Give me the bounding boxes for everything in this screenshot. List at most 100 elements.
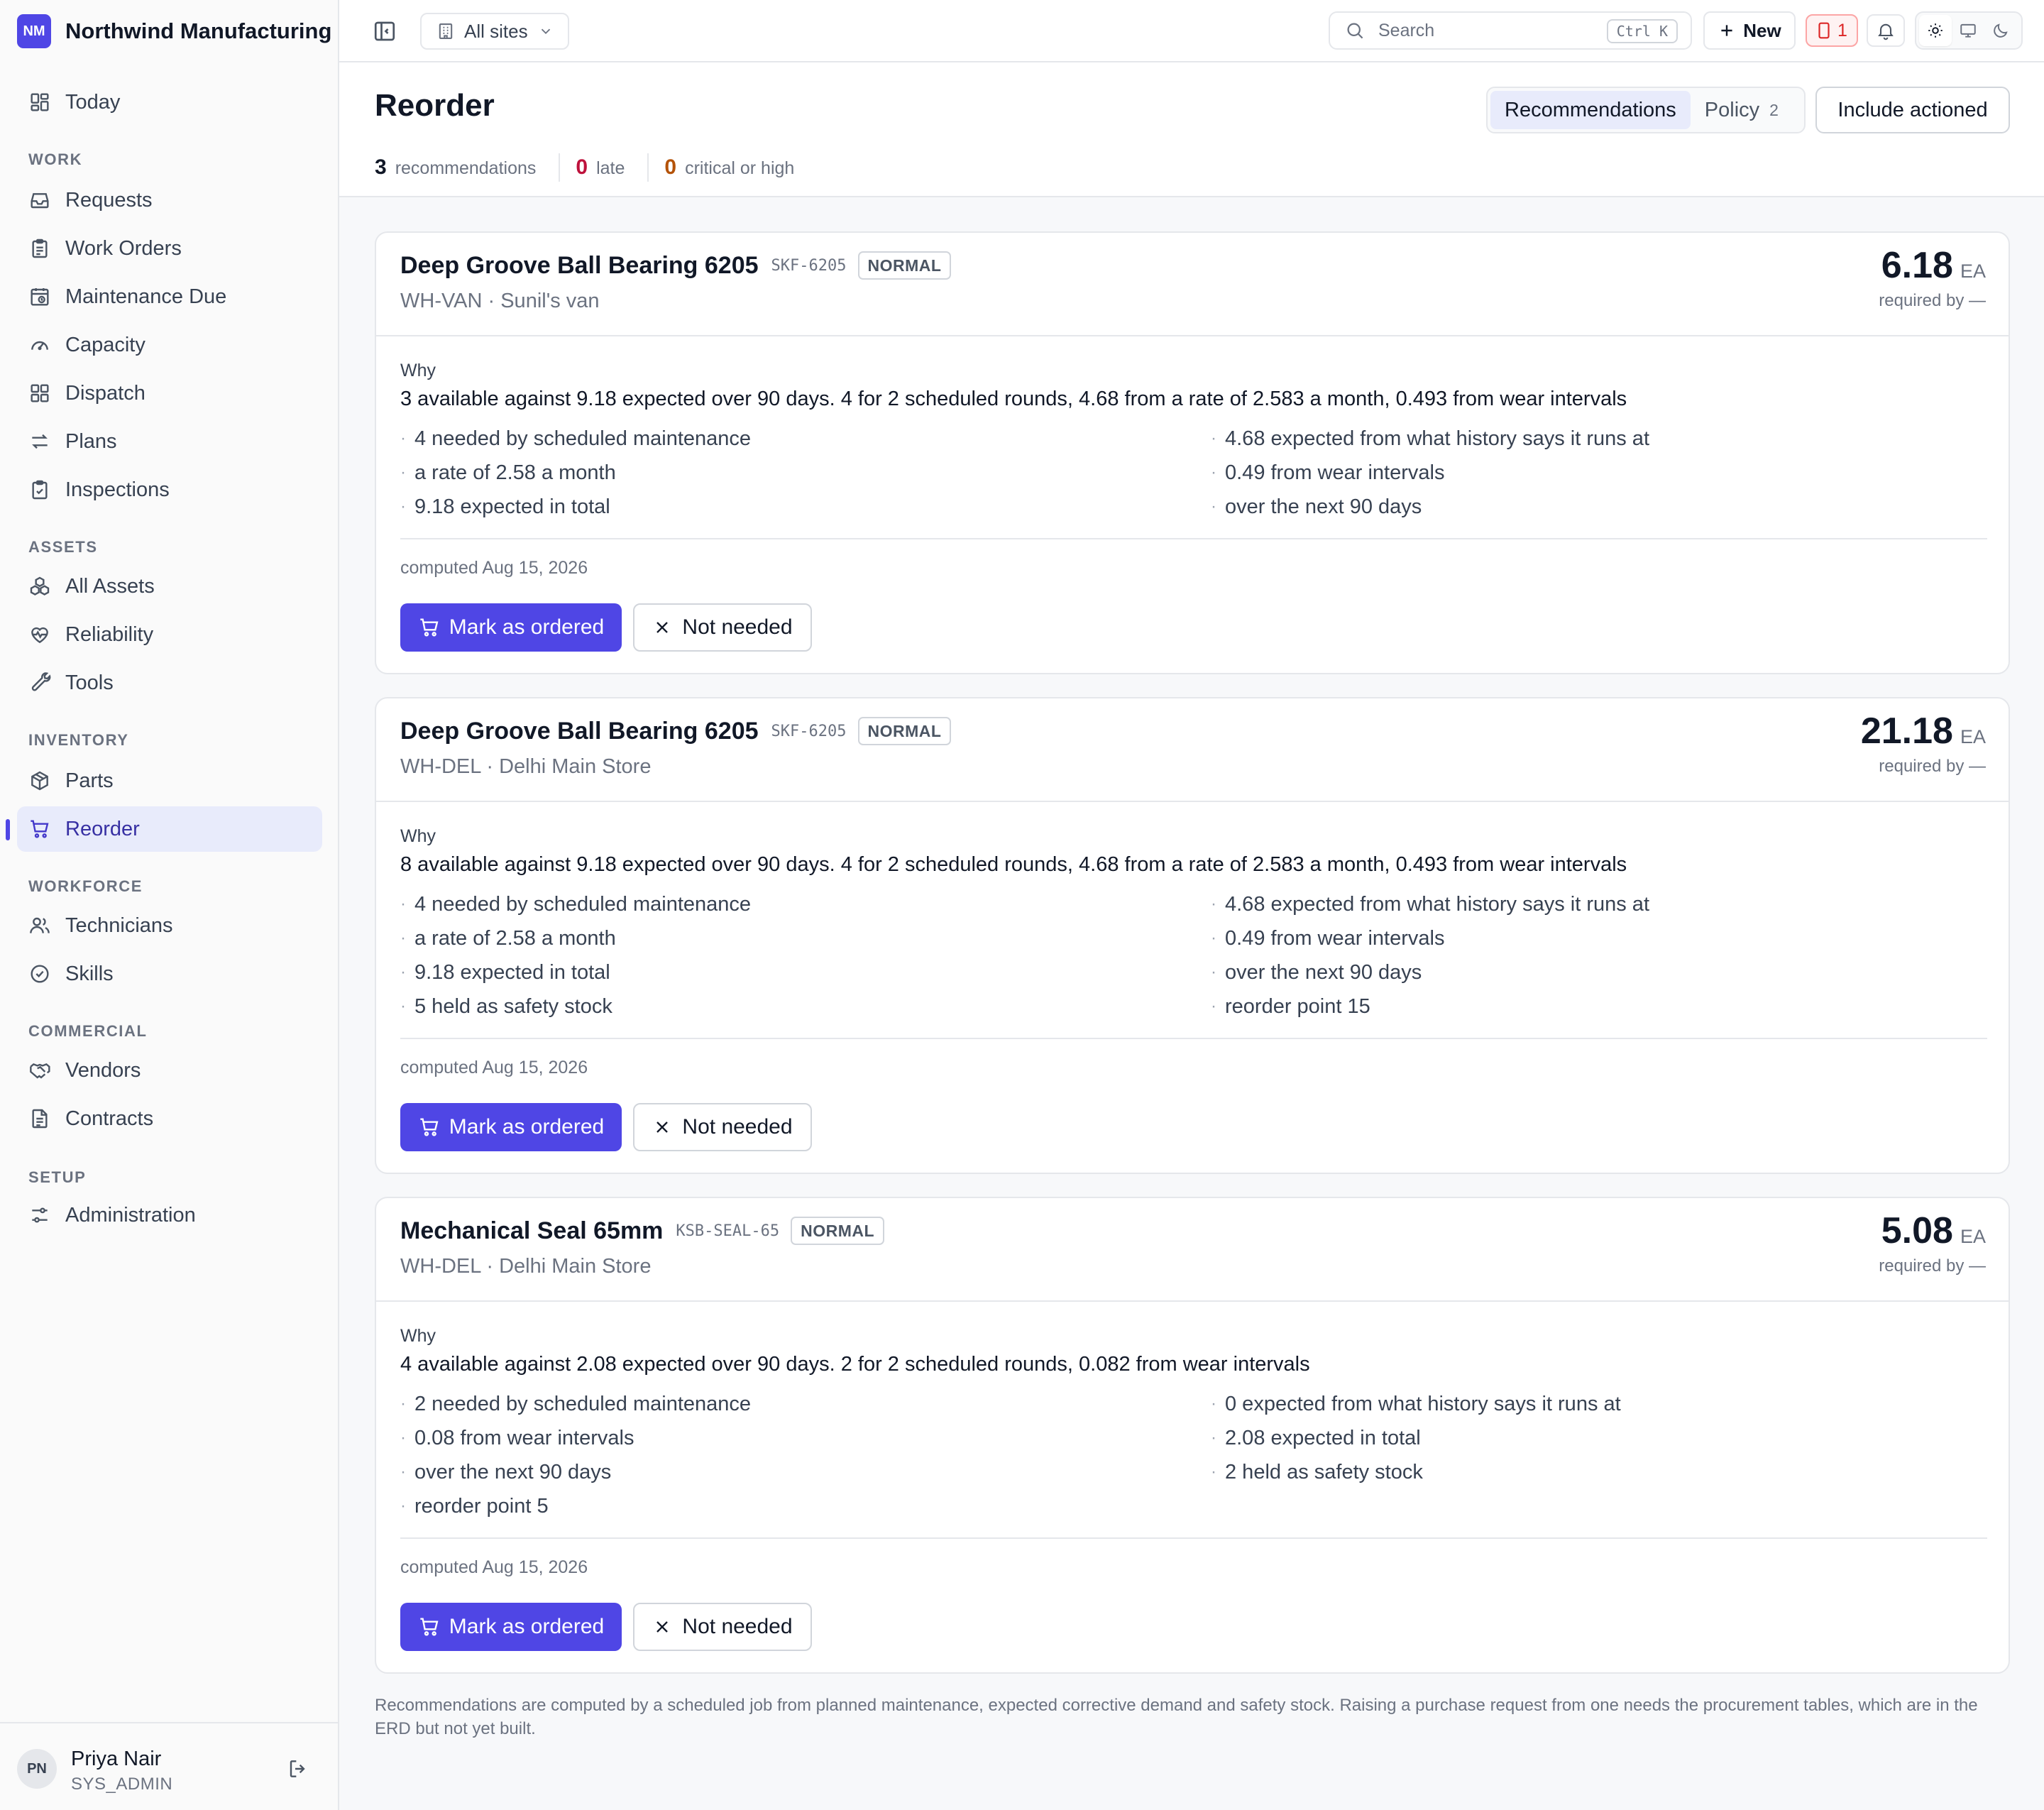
reason-list: · 2 needed by scheduled maintenance · 0 ex…	[400, 1387, 1990, 1523]
part-name[interactable]: Deep Groove Ball Bearing 6205	[400, 252, 759, 280]
not-needed-button[interactable]: Not needed	[633, 1603, 812, 1651]
sidebar-item-work-orders[interactable]: Work Orders	[17, 226, 322, 271]
reason-text: 2 needed by scheduled maintenance	[414, 1392, 752, 1415]
list-item: · 0.08 from wear intervals	[400, 1421, 1211, 1455]
close-icon	[652, 618, 672, 637]
active-nav-marker	[6, 819, 10, 840]
list-item: · 0.49 from wear intervals	[1211, 456, 1990, 490]
part-line: Deep Groove Ball Bearing 6205 SKF-6205 N…	[400, 717, 952, 745]
recommendation-card: Deep Groove Ball Bearing 6205 SKF-6205 N…	[375, 697, 2010, 1174]
new-button[interactable]: New	[1703, 11, 1796, 50]
sidebar-item-label: Reliability	[65, 622, 154, 646]
sidebar-item-contracts[interactable]: Contracts	[17, 1096, 322, 1141]
stat-value: 0	[664, 155, 677, 179]
list-item: · 4.68 expected from what history says it…	[1211, 887, 1990, 921]
sidebar-item-label: Vendors	[65, 1058, 141, 1082]
bullet-dot: ·	[400, 894, 406, 914]
tab-recommendations[interactable]: Recommendations	[1490, 91, 1691, 129]
nav-section-work: WORK	[28, 150, 83, 168]
phone-alert-icon	[1816, 21, 1832, 40]
sidebar-item-inspections[interactable]: Inspections	[17, 467, 322, 512]
sidebar-item-all-assets[interactable]: All Assets	[17, 564, 322, 609]
sidebar-item-requests[interactable]: Requests	[17, 177, 322, 223]
sidebar-item-label: Requests	[65, 188, 153, 212]
bullet-dot: ·	[1211, 997, 1216, 1016]
reason-list: · 4 needed by scheduled maintenance · 4.68…	[400, 887, 1990, 1024]
list-item: · 4.68 expected from what history says it…	[1211, 422, 1990, 456]
shopping-cart-icon	[28, 818, 51, 840]
sidebar-item-maintenance-due[interactable]: Maintenance Due	[17, 274, 322, 319]
divider	[400, 1537, 1987, 1539]
sidebar-item-parts[interactable]: Parts	[17, 758, 322, 803]
monitor-icon	[1959, 21, 1977, 40]
close-icon	[652, 1117, 672, 1137]
moon-icon	[1991, 21, 2010, 40]
not-needed-button[interactable]: Not needed	[633, 1103, 812, 1151]
mark-ordered-button[interactable]: Mark as ordered	[400, 1603, 622, 1651]
sidebar-item-dispatch[interactable]: Dispatch	[17, 371, 322, 416]
recommendation-card: Mechanical Seal 65mm KSB-SEAL-65 NORMAL …	[375, 1197, 2010, 1674]
sidebar-item-technicians[interactable]: Technicians	[17, 903, 322, 948]
bullet-dot: ·	[400, 429, 406, 448]
sidebar-item-capacity[interactable]: Capacity	[17, 322, 322, 368]
reason-text: reorder point 5	[414, 1494, 549, 1518]
theme-dark-option[interactable]	[1984, 15, 2017, 46]
sidebar-item-vendors[interactable]: Vendors	[17, 1048, 322, 1093]
stock-location: WH-VAN · Sunil's van	[400, 290, 600, 312]
users-icon	[28, 914, 51, 937]
quantity-unit: EA	[1960, 1226, 1986, 1247]
sidebar-item-label: Maintenance Due	[65, 285, 227, 308]
list-item: · reorder point 5	[400, 1489, 1211, 1523]
logout-icon[interactable]	[287, 1757, 309, 1780]
quantity-value: 5.08	[1881, 1210, 1953, 1251]
tab-policy[interactable]: Policy 2	[1691, 91, 1793, 129]
site-selector[interactable]: All sites	[420, 13, 569, 50]
part-sku: SKF-6205	[771, 256, 847, 275]
sidebar-item-administration[interactable]: Administration	[17, 1192, 322, 1238]
why-label: Why	[400, 361, 436, 380]
sidebar-item-label: Contracts	[65, 1107, 154, 1130]
not-needed-button[interactable]: Not needed	[633, 603, 812, 652]
alerts-button[interactable]: 1	[1806, 14, 1858, 47]
divider	[400, 1038, 1987, 1039]
reason-text: a rate of 2.58 a month	[414, 926, 616, 950]
sidebar-item-skills[interactable]: Skills	[17, 951, 322, 997]
recommendation-card: Deep Groove Ball Bearing 6205 SKF-6205 N…	[375, 231, 2010, 674]
search-input[interactable]: Search Ctrl K	[1329, 11, 1692, 50]
nav-section-setup: SETUP	[28, 1168, 87, 1186]
stock-location: WH-DEL · Delhi Main Store	[400, 1255, 652, 1278]
summary-stats: 3 recommendations 0 late 0 critical or h…	[375, 153, 794, 182]
stat-late: 0 late	[576, 155, 625, 180]
sidebar-item-reliability[interactable]: Reliability	[17, 612, 322, 657]
reason-text: 5 held as safety stock	[414, 994, 612, 1018]
priority-badge: NORMAL	[857, 717, 952, 745]
part-name[interactable]: Mechanical Seal 65mm	[400, 1217, 663, 1245]
footer-note: Recommendations are computed by a schedu…	[375, 1696, 1978, 1738]
sidebar-item-tools[interactable]: Tools	[17, 660, 322, 706]
sidebar-item-plans[interactable]: Plans	[17, 419, 322, 464]
page-title: Reorder	[375, 88, 495, 123]
sidebar-item-today[interactable]: Today	[17, 79, 322, 125]
notifications-button[interactable]	[1867, 14, 1905, 47]
mark-ordered-button[interactable]: Mark as ordered	[400, 603, 622, 652]
list-item: · reorder point 15	[1211, 989, 1990, 1024]
brand[interactable]: NM Northwind Manufacturing	[17, 14, 331, 48]
user-profile[interactable]: PN Priya Nair SYS_ADMIN	[0, 1722, 338, 1810]
top-bar: All sites Search Ctrl K New 1	[339, 0, 2044, 62]
part-name[interactable]: Deep Groove Ball Bearing 6205	[400, 718, 759, 745]
clipboard-list-icon	[28, 237, 51, 260]
sidebar-toggle-icon[interactable]	[372, 18, 397, 44]
sidebar-item-label: Inspections	[65, 478, 170, 501]
theme-system-option[interactable]	[1952, 15, 1984, 46]
sun-icon	[1926, 21, 1945, 40]
quantity-value: 21.18	[1860, 711, 1953, 752]
mark-ordered-button[interactable]: Mark as ordered	[400, 1103, 622, 1151]
sidebar-item-reorder[interactable]: Reorder	[17, 806, 322, 852]
stat-value: 0	[576, 155, 588, 179]
chevron-down-icon	[538, 23, 554, 39]
list-item: · over the next 90 days	[1211, 490, 1990, 524]
why-summary: 8 available against 9.18 expected over 9…	[400, 853, 1627, 876]
theme-light-option[interactable]	[1919, 15, 1952, 46]
shopping-cart-icon	[418, 1116, 441, 1139]
include-actioned-button[interactable]: Include actioned	[1815, 87, 2010, 133]
